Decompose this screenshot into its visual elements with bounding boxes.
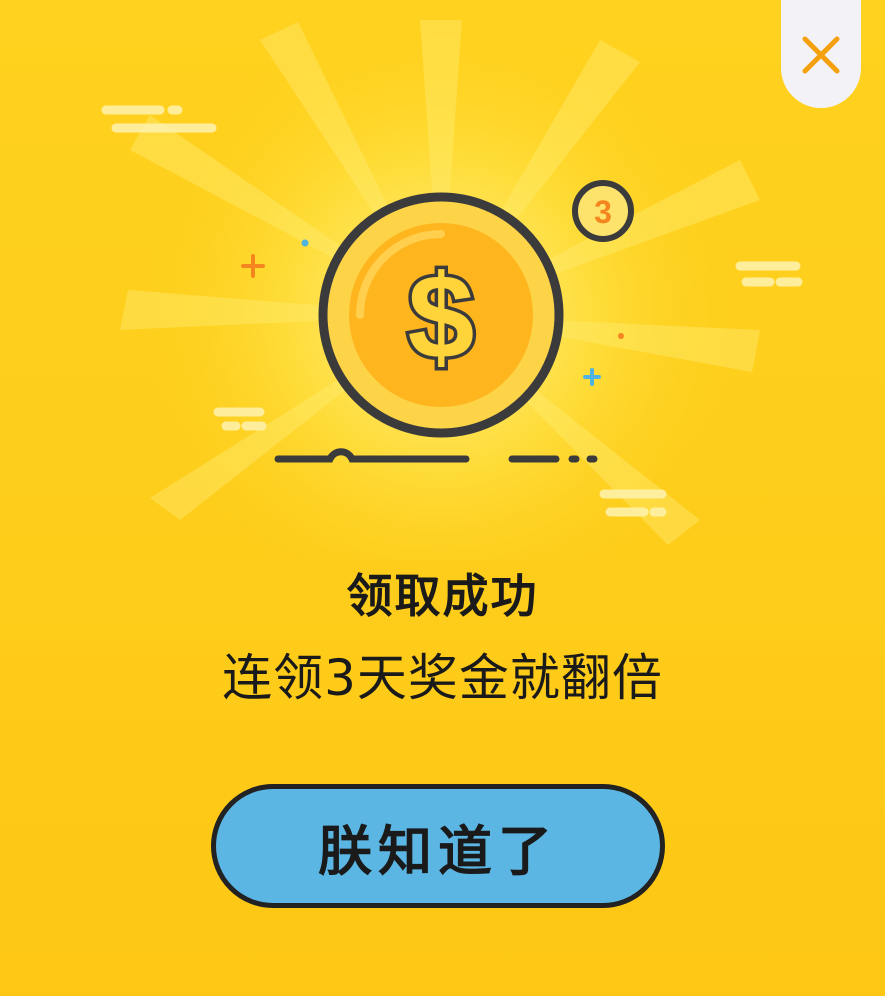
coin-symbol: $ bbox=[408, 250, 475, 384]
dialog-subtitle: 连领3天奖金就翻倍 bbox=[222, 649, 663, 707]
close-icon bbox=[802, 36, 840, 74]
dialog-title: 领取成功 bbox=[346, 569, 539, 623]
dollar-coin-icon: $ bbox=[318, 192, 564, 438]
reward-illustration: $ 3 bbox=[101, 15, 803, 560]
acknowledge-button-label: 朕知道了 bbox=[318, 819, 558, 883]
dot-decoration bbox=[301, 239, 309, 247]
acknowledge-button[interactable]: 朕知道了 bbox=[211, 784, 665, 908]
close-button[interactable] bbox=[781, 0, 861, 108]
reward-dialog: $ 3 领取成功 连领3天奖金就翻倍 朕知道了 bbox=[0, 0, 885, 996]
badge-number: 3 bbox=[594, 194, 612, 230]
dot-decoration bbox=[618, 333, 624, 339]
day-count-badge: 3 bbox=[572, 180, 634, 242]
